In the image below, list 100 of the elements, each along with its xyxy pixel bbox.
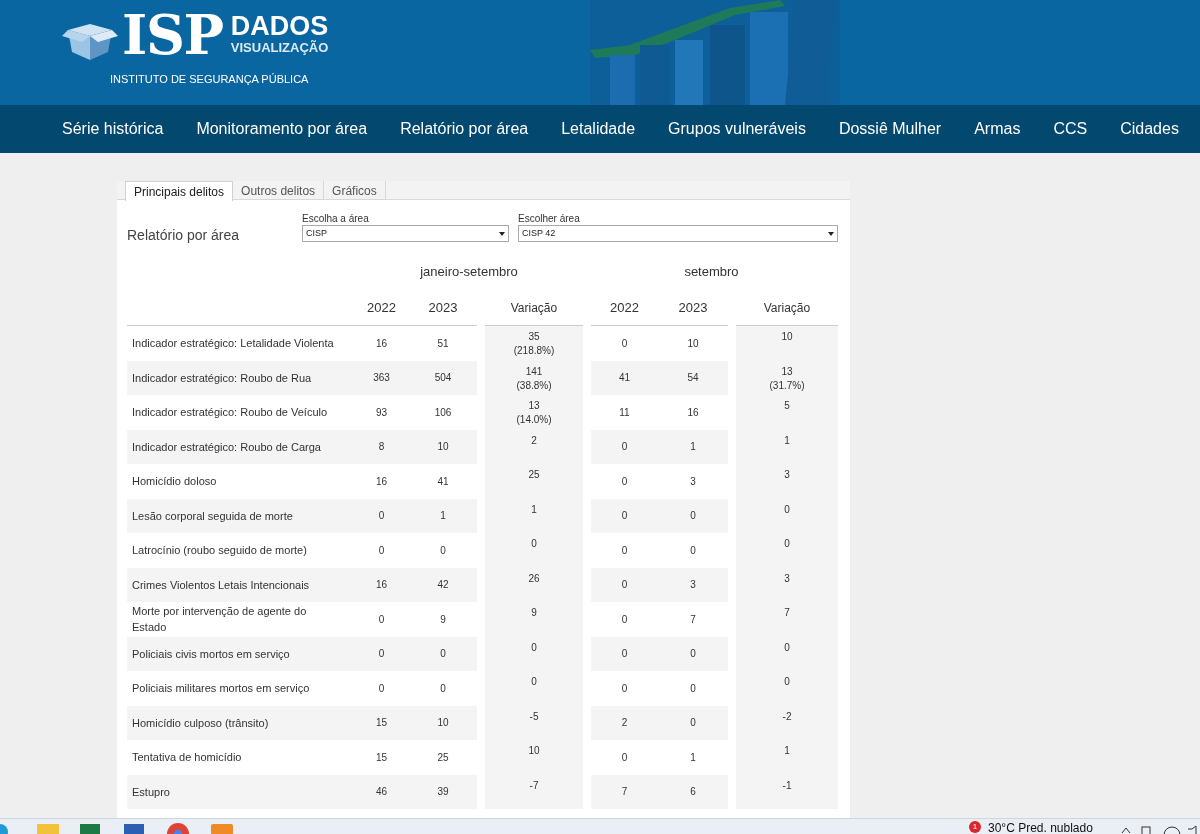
column-header: 2022: [367, 298, 396, 317]
row-label: Indicador estratégico: Letalidade Violenta: [132, 336, 335, 352]
column-header: 2023: [678, 298, 708, 317]
nav-link[interactable]: Dossiê Mulher: [838, 117, 942, 141]
table-cell-text: 0: [378, 509, 385, 524]
nav-link[interactable]: Grupos vulneráveis: [668, 117, 806, 141]
table-cell: 1: [784, 433, 790, 448]
table-cell-text: 106: [434, 405, 452, 420]
tab[interactable]: Gráficos: [324, 181, 386, 200]
weather-text: 30°C Pred. nublado: [988, 822, 1093, 834]
nav-link[interactable]: CCS: [1053, 117, 1088, 141]
table-cell: 26: [528, 571, 540, 586]
caret-icon: [828, 231, 834, 236]
table-cell-text: 0: [690, 681, 696, 696]
table-cell: -2: [782, 709, 792, 724]
table-cell-text: 0: [378, 647, 385, 662]
column-header: Variação: [510, 299, 558, 317]
row-label: Latrocínio (roubo seguido de morte): [132, 543, 308, 559]
table-cell-text: 3: [690, 578, 696, 593]
table-cell-text: 0: [621, 578, 628, 593]
table-cell-text: 0: [621, 750, 628, 765]
nav-link[interactable]: Armas: [974, 117, 1021, 141]
table-cell-text: 16: [375, 336, 388, 351]
logo-title: DADOS: [230, 12, 329, 40]
table-cell-text: 10: [687, 336, 699, 351]
table-cell: -5: [529, 709, 539, 724]
institute-name: INSTITUTO DE SEGURANÇA PÚBLICA: [110, 72, 309, 87]
table-cell-text: 0: [440, 681, 446, 696]
nav-link[interactable]: Cidades: [1120, 117, 1179, 141]
table-cell: 10: [528, 744, 540, 758]
table-cell-text: 0: [378, 681, 385, 696]
table-cell-text: 15: [375, 716, 388, 731]
table-cell-text: 0: [621, 336, 628, 351]
table-cell: 3: [784, 571, 790, 586]
table-cell-text: 16: [687, 405, 699, 420]
table-cell-text: 0: [621, 612, 628, 627]
period-header: janeiro-setembro: [420, 263, 518, 281]
table-cell-text: 51: [437, 336, 449, 351]
table-cell: 13 (14.0%): [516, 399, 552, 427]
table-cell: 0: [784, 640, 790, 655]
table-cell-text: 7: [690, 612, 696, 627]
table-cell: 35 (218.8%): [513, 330, 555, 358]
row-label: Policiais civis mortos em serviço: [132, 646, 291, 662]
period-header: setembro: [684, 263, 739, 281]
nav-link[interactable]: Série histórica: [62, 117, 164, 141]
table-cell: 13 (31.7%): [769, 364, 805, 393]
table-cell-text: 504: [434, 371, 452, 386]
table-cell: 0: [784, 675, 790, 689]
tab[interactable]: Principais delitos: [125, 181, 234, 201]
row-label: Estupro: [132, 784, 171, 800]
table-cell-text: 1: [690, 750, 696, 765]
table-cell-text: 16: [375, 474, 388, 489]
caret-icon: [499, 231, 505, 236]
table-cell-text: 3: [690, 474, 696, 489]
logo-subtitle: VISUALIZAÇÃO: [230, 40, 329, 56]
row-label: Morte por intervenção de agente do Estado: [132, 604, 308, 636]
table-cell: 3: [784, 468, 790, 482]
table-cell: 0: [531, 640, 537, 655]
table-cell-text: 54: [687, 371, 699, 386]
dropdown[interactable]: CISP: [302, 225, 509, 242]
nav-link[interactable]: Relatório por área: [400, 117, 529, 141]
table-cell-text: 16: [375, 578, 388, 593]
filter-label: Escolha a área: [302, 212, 370, 225]
table-cell-text: 0: [440, 543, 446, 558]
table-cell-text: 0: [690, 543, 696, 558]
table-cell-text: 0: [378, 543, 385, 558]
table-cell: 10: [781, 330, 793, 344]
table-cell-text: 0: [621, 474, 628, 489]
table-cell: 7: [784, 606, 790, 620]
table-cell-text: 0: [621, 681, 628, 696]
table-cell-text: 25: [437, 750, 449, 765]
table-cell: 9: [531, 606, 537, 620]
nav-link[interactable]: Letalidade: [561, 117, 636, 141]
notification-badge: 1: [969, 821, 981, 833]
logo-text: ISP: [122, 12, 223, 58]
column-header: 2022: [610, 298, 639, 317]
table-cell-text: 10: [437, 716, 449, 731]
dropdown[interactable]: CISP 42: [518, 225, 838, 242]
table-cell: 0: [531, 675, 537, 689]
table-cell-text: 1: [440, 509, 446, 524]
table-cell: 1: [784, 744, 790, 758]
table-cell-text: 0: [690, 716, 696, 731]
table-cell-text: 46: [375, 785, 388, 800]
nav-link[interactable]: Monitoramento por área: [196, 117, 368, 141]
row-label: Tentativa de homicídio: [132, 750, 243, 766]
table-cell-text: 41: [437, 474, 449, 489]
table-cell-text: 0: [690, 509, 696, 524]
table-cell-text: 0: [440, 647, 446, 662]
table-cell-text: 2: [621, 716, 628, 731]
table-cell-text: 1: [690, 440, 696, 455]
table-cell-text: 0: [621, 509, 628, 524]
table-cell-text: 9: [440, 612, 446, 627]
table-cell-text: 0: [621, 440, 628, 455]
table-cell-text: 0: [378, 612, 385, 627]
table-cell-text: 8: [378, 440, 385, 455]
table-cell-text: 0: [690, 647, 696, 662]
table-cell: 0: [784, 537, 790, 551]
row-label: Indicador estratégico: Roubo de Veículo: [132, 405, 329, 421]
table-cell: -1: [782, 778, 792, 793]
tab[interactable]: Outros delitos: [233, 181, 325, 200]
